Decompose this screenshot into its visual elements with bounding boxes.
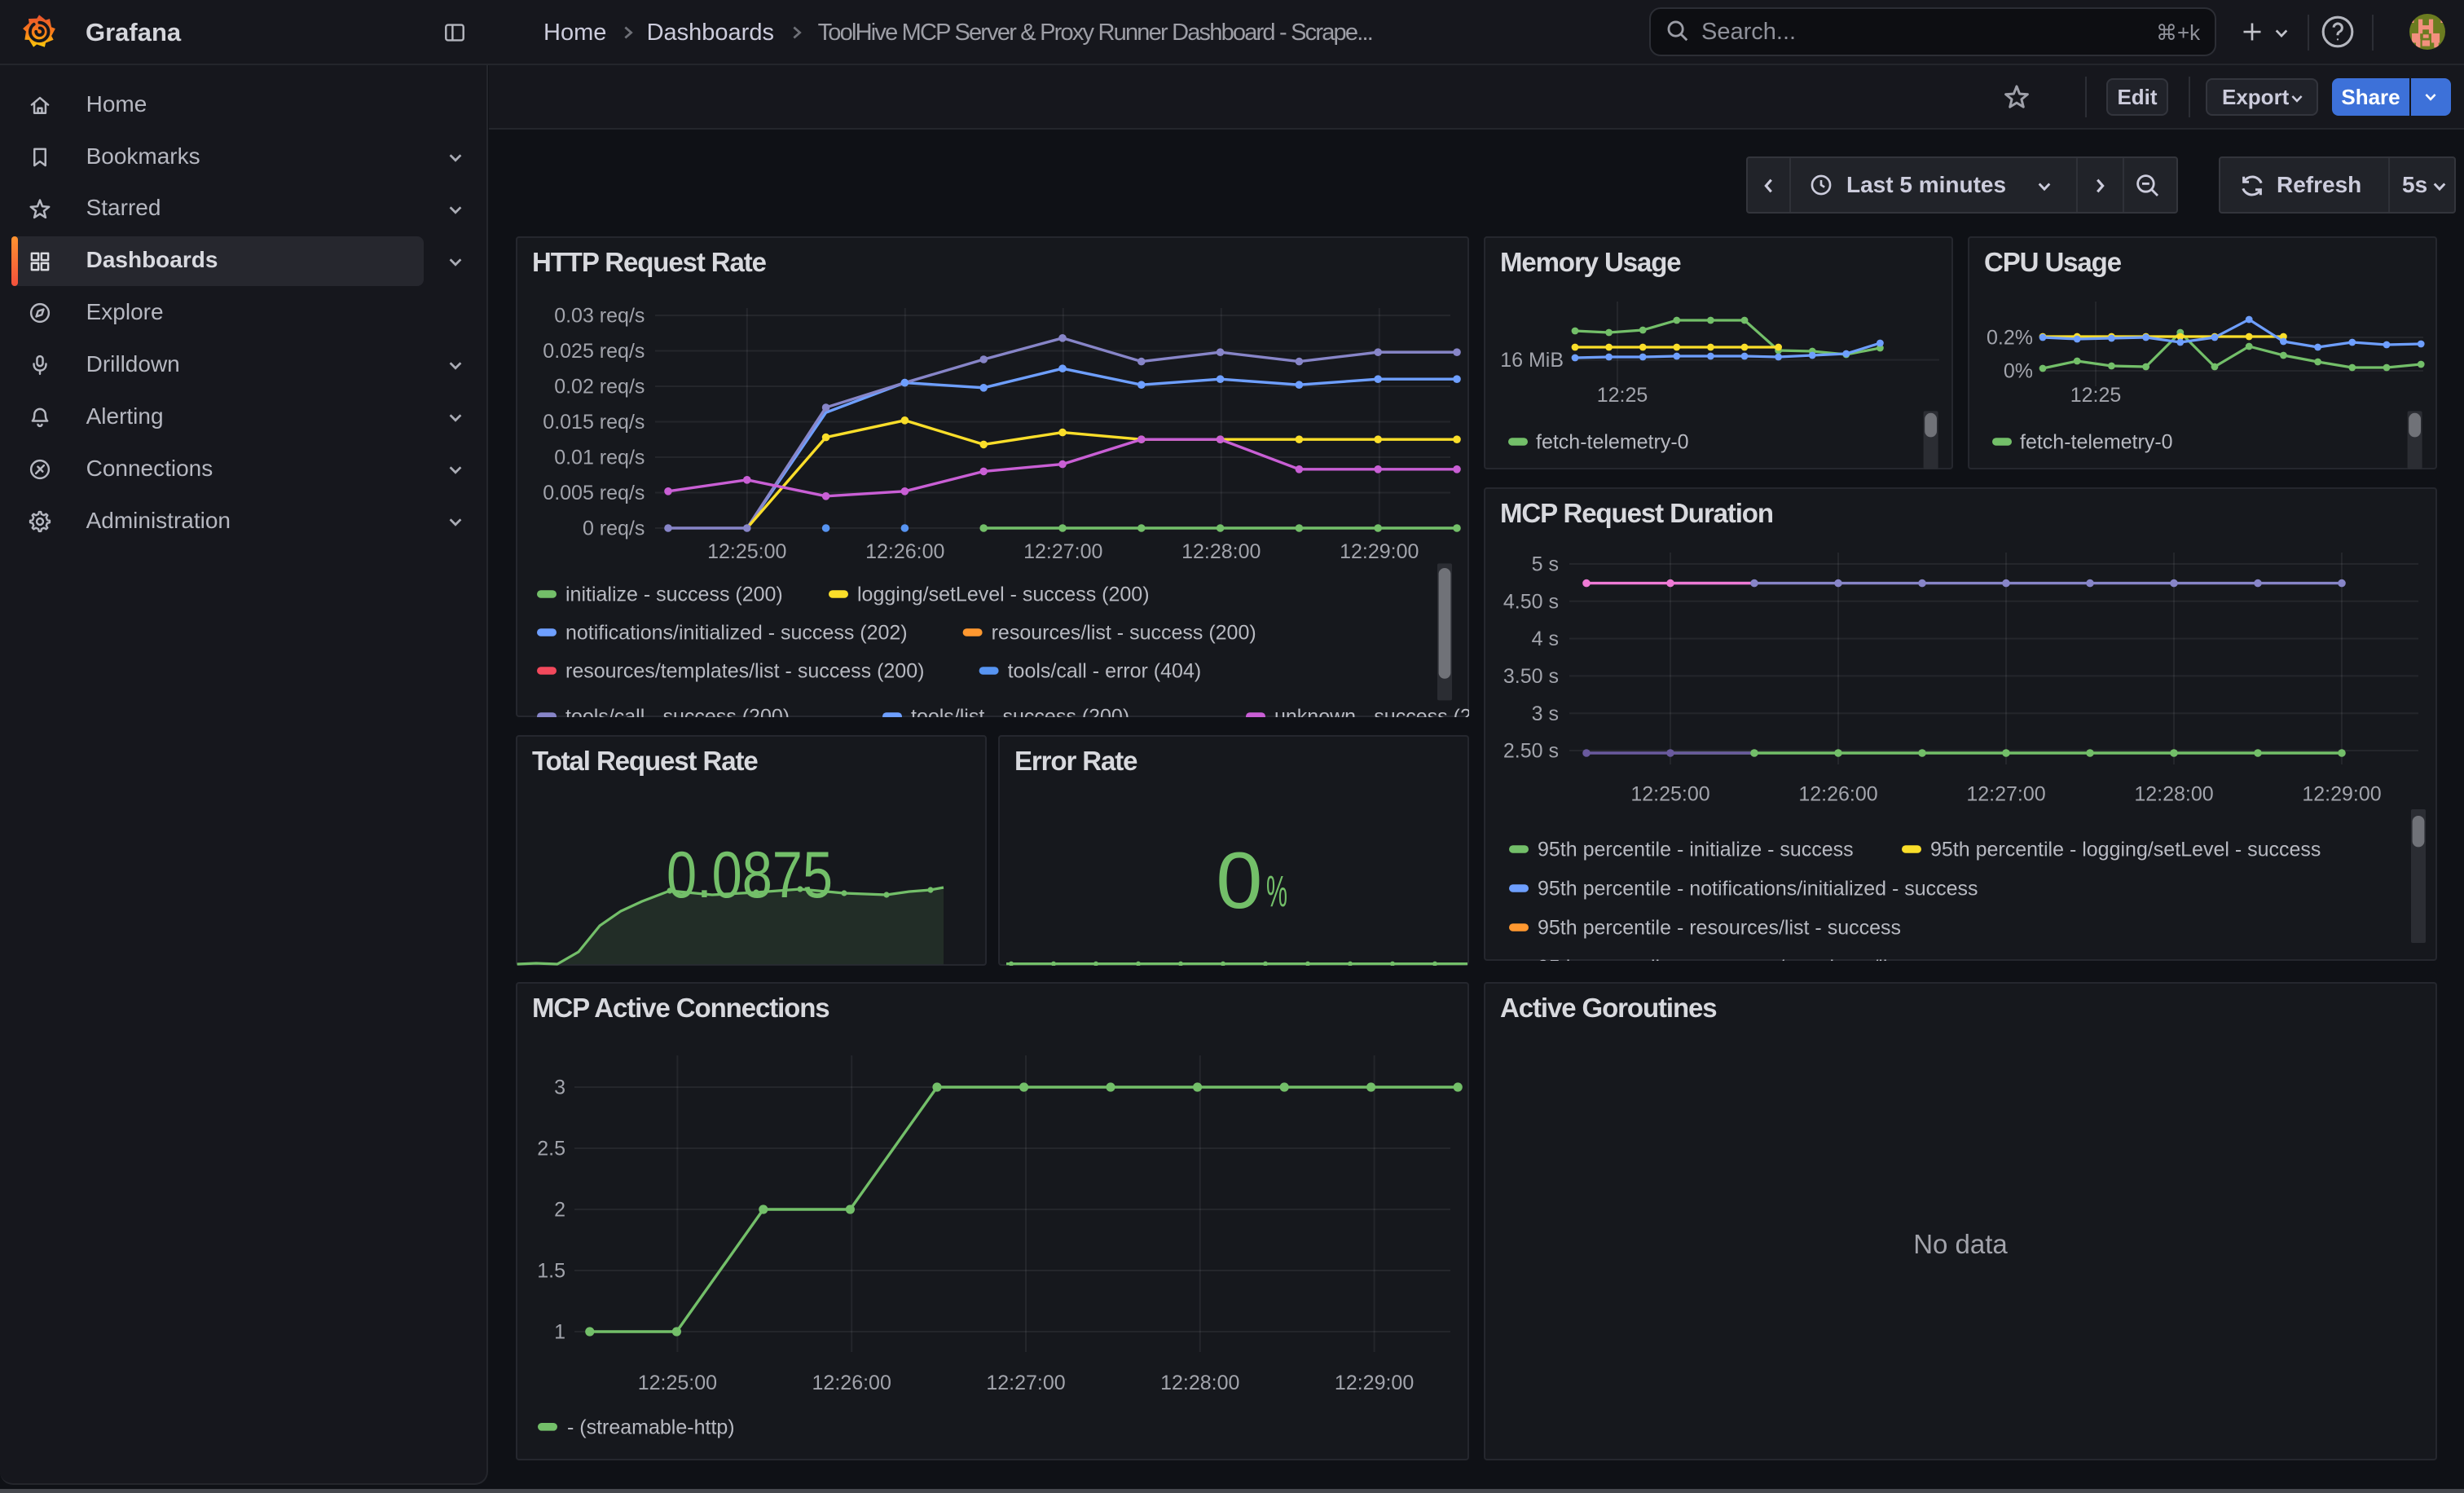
svg-text:12:29:00: 12:29:00 <box>2302 783 2381 806</box>
svg-text:tools/call - success (200): tools/call - success (200) <box>565 706 790 717</box>
svg-text:0.2%: 0.2% <box>1987 327 2033 350</box>
svg-text:4 s: 4 s <box>1532 628 1559 650</box>
svg-text:notifications/initialized - su: notifications/initialized - success (202… <box>565 622 908 645</box>
svg-text:12:29:00: 12:29:00 <box>1335 1372 1414 1394</box>
svg-text:1.5: 1.5 <box>537 1260 565 1283</box>
svg-text:16 MiB: 16 MiB <box>1500 349 1564 372</box>
svg-text:0.01 req/s: 0.01 req/s <box>554 447 645 469</box>
svg-text:12:26:00: 12:26:00 <box>1798 783 1877 806</box>
svg-text:12:27:00: 12:27:00 <box>986 1372 1065 1394</box>
svg-text:95th percentile - initialize -: 95th percentile - initialize - success <box>1538 839 1854 861</box>
svg-text:1: 1 <box>554 1321 565 1344</box>
svg-text:2: 2 <box>554 1199 565 1222</box>
svg-text:2.50 s: 2.50 s <box>1503 740 1559 763</box>
svg-text:12:25:00: 12:25:00 <box>638 1372 717 1394</box>
svg-text:3 s: 3 s <box>1532 702 1559 725</box>
svg-text:0.03 req/s: 0.03 req/s <box>554 305 645 328</box>
svg-text:0.025 req/s: 0.025 req/s <box>543 340 645 363</box>
svg-text:12:26:00: 12:26:00 <box>812 1372 891 1394</box>
svg-text:resources/list - success (200): resources/list - success (200) <box>992 622 1256 645</box>
svg-text:12:27:00: 12:27:00 <box>1966 783 2045 806</box>
svg-text:0%: 0% <box>2004 360 2033 383</box>
svg-text:0.02 req/s: 0.02 req/s <box>554 376 645 399</box>
svg-text:initialize - success (200): initialize - success (200) <box>565 584 783 606</box>
svg-text:0 req/s: 0 req/s <box>583 517 645 540</box>
svg-text:95th percentile - resources/te: 95th percentile - resources/templates/li… <box>1538 957 1995 961</box>
svg-text:3: 3 <box>554 1077 565 1099</box>
svg-text:12:25: 12:25 <box>1597 384 1648 407</box>
svg-text:3.50 s: 3.50 s <box>1503 665 1559 688</box>
svg-text:12:28:00: 12:28:00 <box>1160 1372 1239 1394</box>
svg-text:12:25: 12:25 <box>2070 384 2122 407</box>
svg-text:4.50 s: 4.50 s <box>1503 590 1559 613</box>
svg-text:0: 0 <box>1216 835 1262 925</box>
svg-text:0.015 req/s: 0.015 req/s <box>543 411 645 434</box>
svg-text:tools/call - error (404): tools/call - error (404) <box>1008 660 1202 683</box>
svg-text:0.005 req/s: 0.005 req/s <box>543 482 645 504</box>
svg-text:0.0875: 0.0875 <box>667 839 833 912</box>
svg-text:logging/setLevel - success (20: logging/setLevel - success (200) <box>857 584 1150 606</box>
svg-text:2.5: 2.5 <box>537 1138 565 1160</box>
svg-text:tools/list - success (200): tools/list - success (200) <box>911 706 1129 717</box>
svg-text:- (streamable-http): - (streamable-http) <box>567 1416 735 1438</box>
svg-text:5 s: 5 s <box>1532 553 1559 576</box>
svg-text:12:27:00: 12:27:00 <box>1023 540 1102 563</box>
svg-text:unknown - success (200): unknown - success (200) <box>1274 706 1469 717</box>
svg-text:12:28:00: 12:28:00 <box>1181 540 1261 563</box>
svg-text:12:28:00: 12:28:00 <box>2134 783 2213 806</box>
svg-text:12:25:00: 12:25:00 <box>1630 783 1709 806</box>
svg-text:resources/templates/list - suc: resources/templates/list - success (200) <box>565 660 924 683</box>
svg-text:12:29:00: 12:29:00 <box>1340 540 1419 563</box>
svg-text:%: % <box>1266 867 1287 916</box>
svg-text:fetch-telemetry-0: fetch-telemetry-0 <box>2020 431 2173 454</box>
svg-text:12:25:00: 12:25:00 <box>707 540 786 563</box>
svg-text:fetch-telemetry-0: fetch-telemetry-0 <box>1536 431 1689 454</box>
svg-text:95th percentile - resources/li: 95th percentile - resources/list - succe… <box>1538 917 1901 940</box>
svg-text:95th percentile - notification: 95th percentile - notifications/initiali… <box>1538 878 1978 901</box>
svg-text:12:26:00: 12:26:00 <box>865 540 944 563</box>
svg-text:95th percentile - logging/setL: 95th percentile - logging/setLevel - suc… <box>1930 839 2321 861</box>
